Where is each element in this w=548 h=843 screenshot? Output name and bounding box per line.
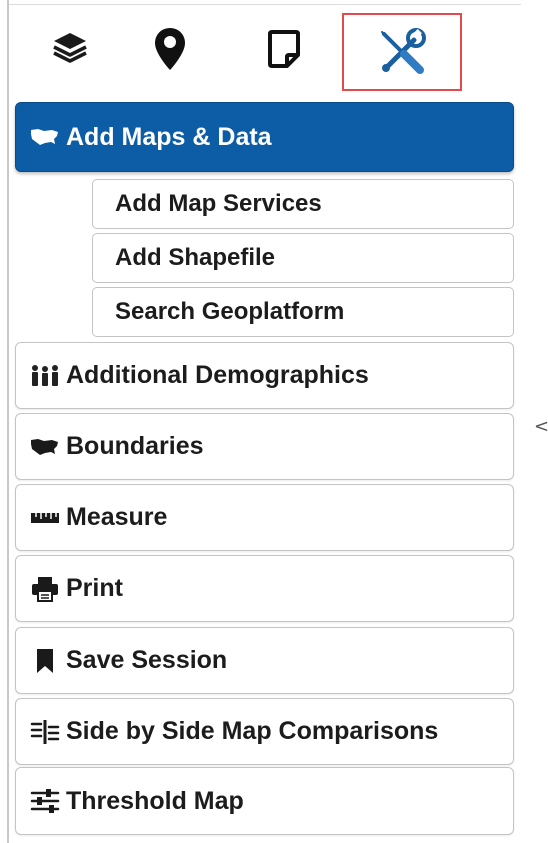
- collapse-panel-button[interactable]: <: [534, 416, 548, 437]
- tab-layers[interactable]: [22, 14, 118, 84]
- columns-icon: [28, 719, 62, 745]
- printer-icon: [28, 576, 62, 602]
- menu-threshold-map[interactable]: Threshold Map: [15, 767, 514, 835]
- layers-icon: [50, 29, 90, 69]
- menu-print[interactable]: Print: [15, 555, 514, 622]
- submenu-add-map-services[interactable]: Add Map Services: [92, 179, 514, 229]
- menu-side-by-side[interactable]: Side by Side Map Comparisons: [15, 698, 514, 765]
- menu-add-maps-data-label: Add Maps & Data: [66, 122, 272, 151]
- map-pin-icon: [153, 26, 187, 72]
- menu-print-label: Print: [66, 574, 123, 602]
- menu-boundaries-label: Boundaries: [66, 432, 204, 460]
- sliders-icon: [28, 788, 62, 814]
- menu-save-session-label: Save Session: [66, 646, 228, 674]
- submenu-add-map-services-label: Add Map Services: [115, 190, 322, 217]
- note-icon: [267, 29, 301, 69]
- submenu-search-geoplatform-label: Search Geoplatform: [115, 298, 345, 325]
- menu-side-by-side-label: Side by Side Map Comparisons: [66, 717, 439, 745]
- menu-additional-demographics-label: Additional Demographics: [66, 361, 369, 389]
- tab-tools[interactable]: [342, 13, 462, 91]
- people-icon: [28, 364, 62, 388]
- menu-threshold-map-label: Threshold Map: [66, 786, 244, 815]
- tools-panel: Add Maps & Data Add Map Services Add Sha…: [0, 0, 548, 843]
- submenu-search-geoplatform[interactable]: Search Geoplatform: [92, 287, 514, 337]
- menu-save-session[interactable]: Save Session: [15, 627, 514, 694]
- us-map-icon: [28, 127, 62, 147]
- menu-add-maps-data[interactable]: Add Maps & Data: [15, 102, 514, 172]
- menu-boundaries[interactable]: Boundaries: [15, 413, 514, 480]
- tools-icon: [374, 24, 430, 80]
- submenu-add-shapefile-label: Add Shapefile: [115, 244, 276, 271]
- tab-location[interactable]: [122, 14, 218, 84]
- menu-additional-demographics[interactable]: Additional Demographics: [15, 342, 514, 409]
- submenu-add-shapefile[interactable]: Add Shapefile: [92, 233, 514, 283]
- bookmark-icon: [28, 648, 62, 674]
- menu-measure-label: Measure: [66, 503, 168, 531]
- ruler-icon: [28, 510, 62, 526]
- tab-notes[interactable]: [236, 14, 332, 84]
- us-map-icon: [28, 437, 62, 457]
- menu-measure[interactable]: Measure: [15, 484, 514, 551]
- tabbar-top-line: [9, 4, 521, 5]
- panel-left-border: [7, 0, 9, 843]
